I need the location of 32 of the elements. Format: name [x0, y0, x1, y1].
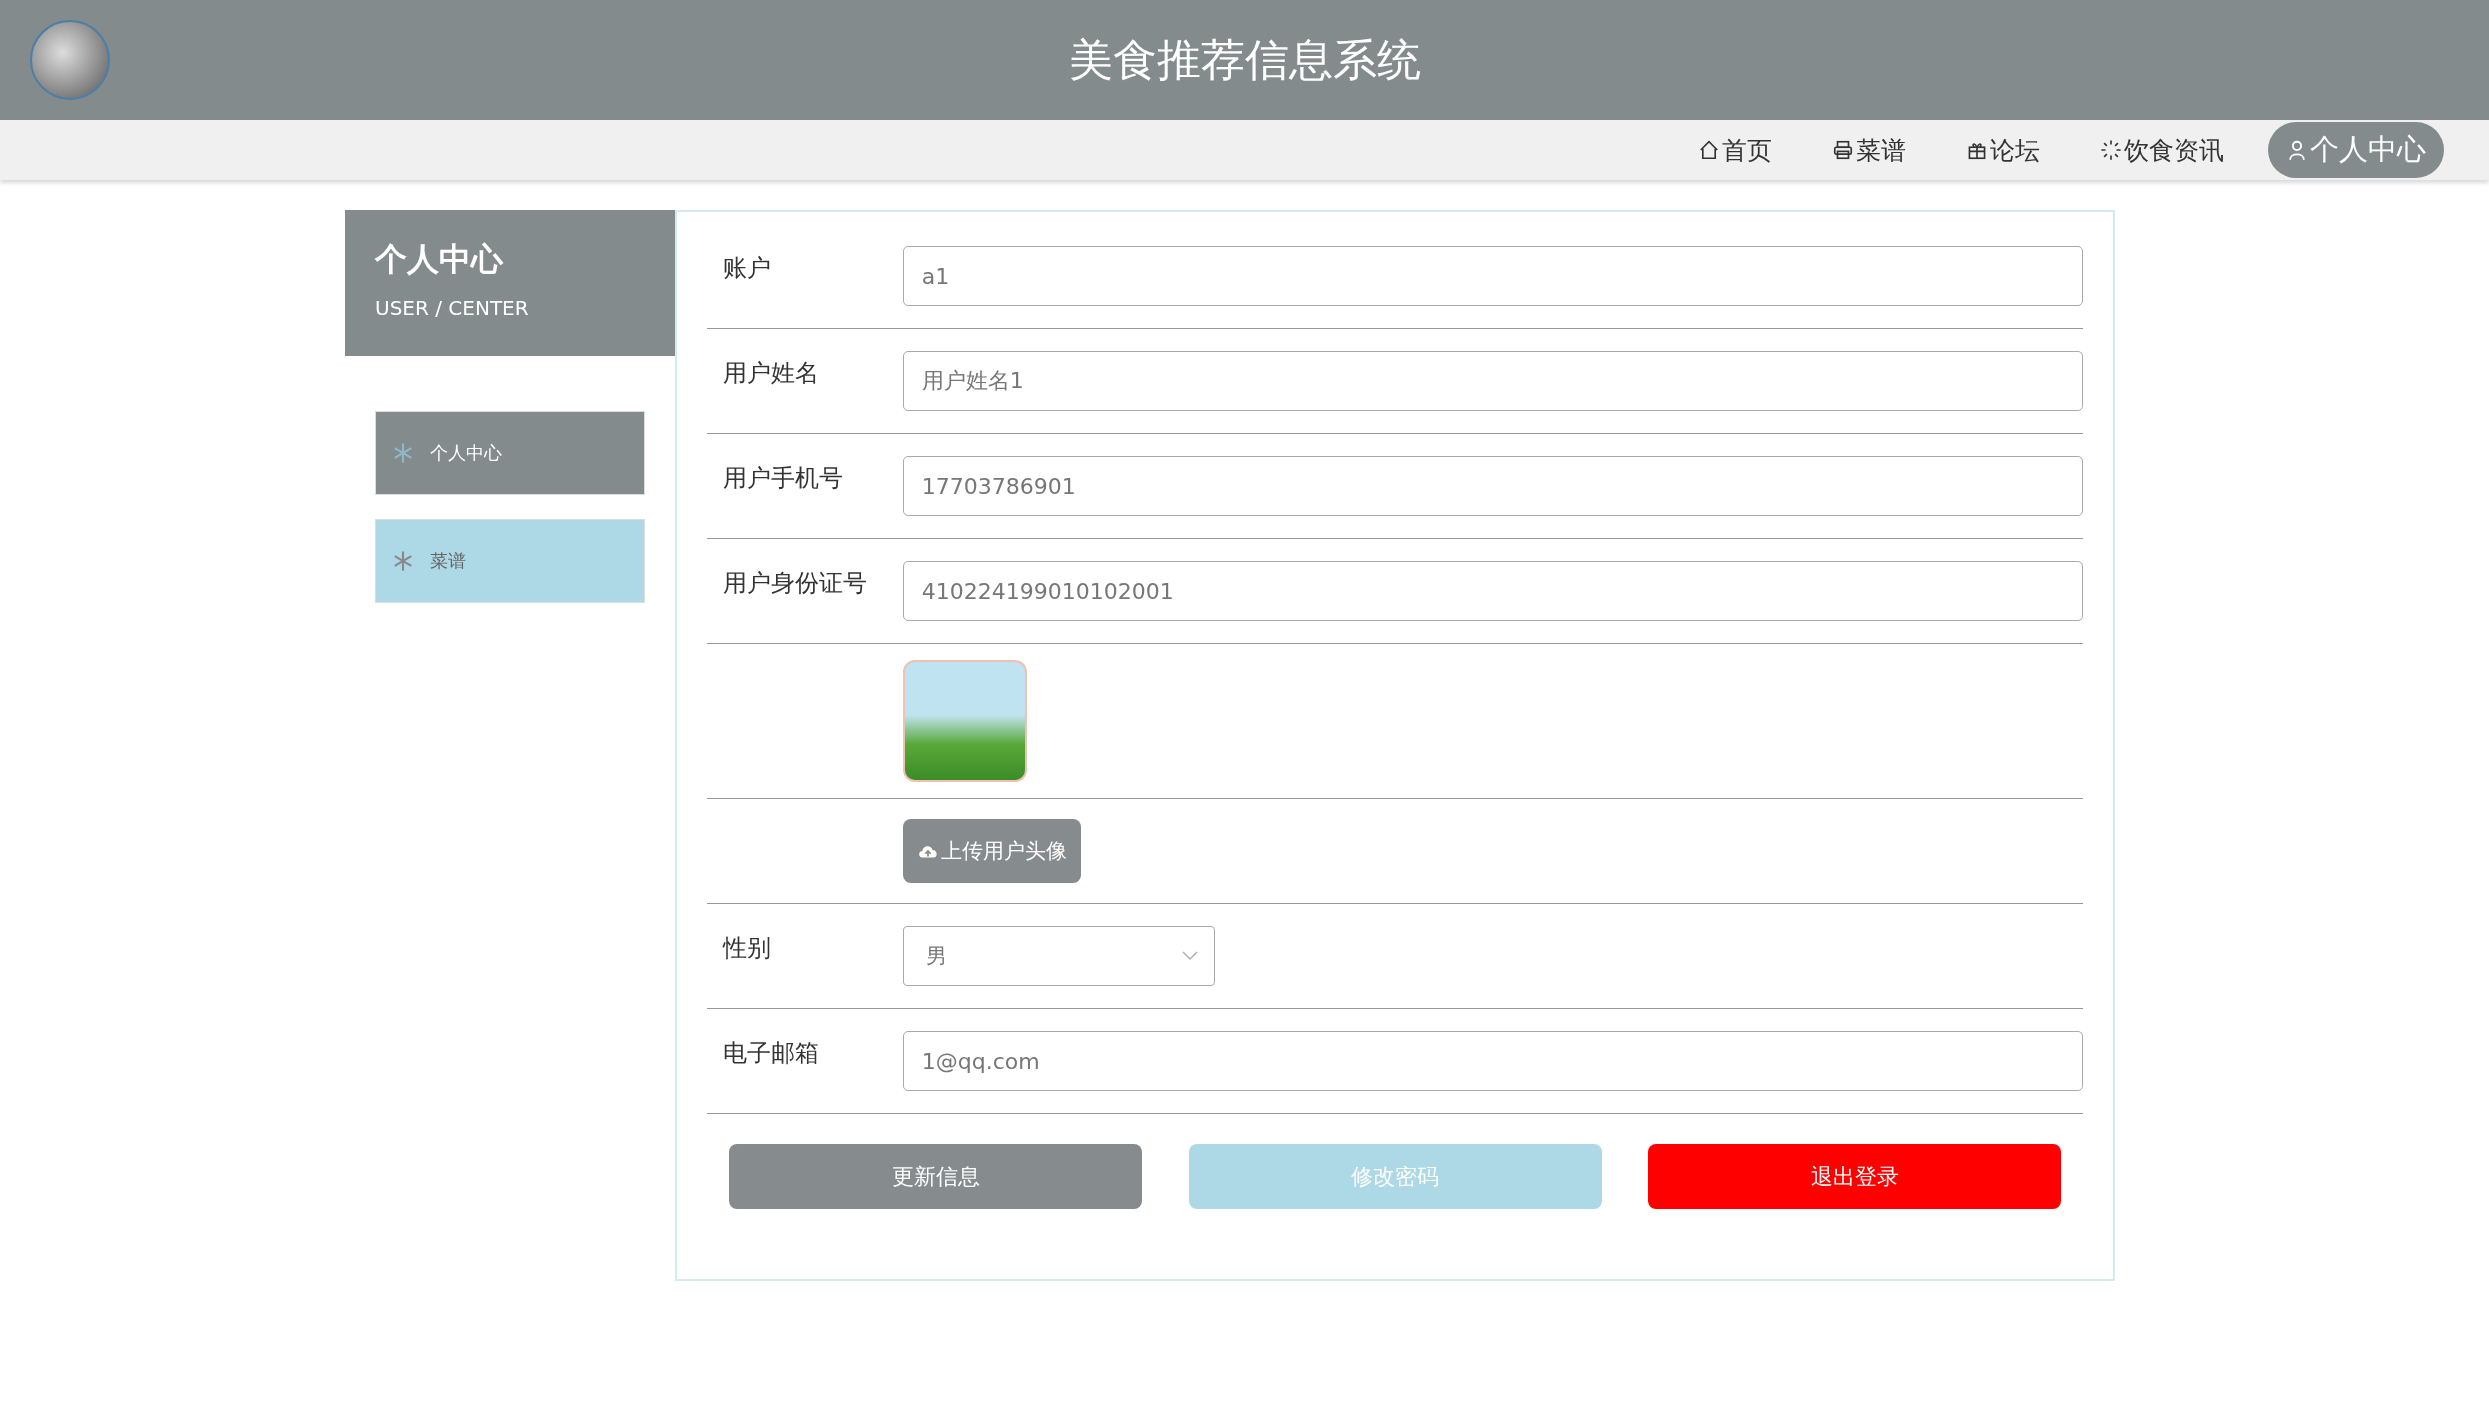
- home-icon: [1698, 139, 1720, 161]
- printer-icon: [1832, 139, 1854, 161]
- input-field[interactable]: a1: [902, 246, 2083, 306]
- snowflake-icon: [392, 442, 414, 464]
- input-field[interactable]: 用户姓名1: [902, 351, 2083, 411]
- chevron-down-icon: [1182, 951, 1198, 961]
- field-label: 用户手机号: [722, 463, 844, 494]
- burst-icon: [2100, 139, 2122, 161]
- field-label: 账户: [722, 253, 772, 284]
- nav-link[interactable]: 饮食资讯: [2084, 125, 2240, 175]
- field-label: 用户身份证号: [722, 568, 868, 599]
- upload-avatar-button[interactable]: 上传用户头像: [903, 819, 1081, 883]
- nav-link[interactable]: 论坛: [1950, 125, 2056, 175]
- update-info-button[interactable]: 更新信息: [729, 1144, 1142, 1209]
- field-label: 用户姓名: [722, 358, 820, 389]
- sidebar-item[interactable]: 菜谱: [375, 519, 645, 603]
- input-field[interactable]: 17703786901: [902, 456, 2083, 516]
- sidebar-item[interactable]: 个人中心: [375, 411, 645, 495]
- site-title: 美食推荐信息系统: [1068, 32, 1421, 87]
- field-label: 电子邮箱: [722, 1038, 820, 1069]
- nav-link[interactable]: 菜谱: [1816, 125, 1922, 175]
- nav-link[interactable]: 首页: [1682, 125, 1788, 175]
- sidebar-subtitle: USER / CENTER: [375, 296, 530, 320]
- input-field[interactable]: 1@qq.com: [902, 1031, 2083, 1091]
- input-field[interactable]: 410224199010102001: [902, 561, 2083, 621]
- logout-button[interactable]: 退出登录: [1648, 1144, 2061, 1209]
- gender-select[interactable]: 男: [903, 926, 1215, 986]
- field-label: 性别: [721, 933, 772, 964]
- snowflake-icon: [392, 550, 414, 572]
- sidebar-title: 个人中心: [375, 239, 504, 280]
- user-icon: [2286, 139, 2308, 161]
- nav-link[interactable]: 个人中心: [2268, 122, 2444, 178]
